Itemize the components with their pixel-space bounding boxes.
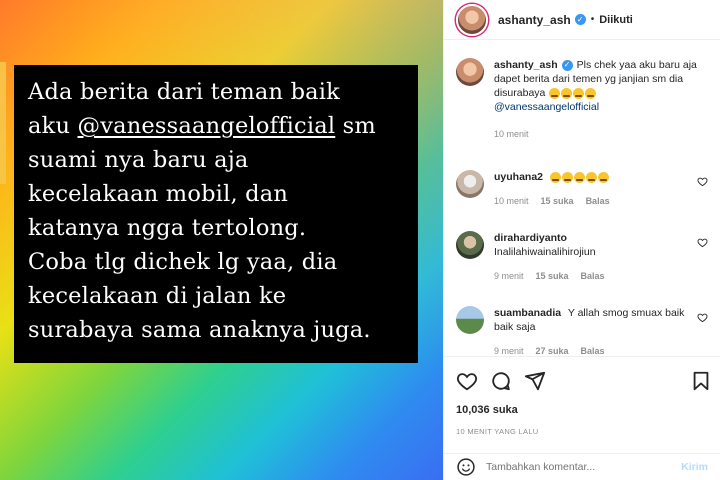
comment-likes[interactable]: 15 suka <box>541 194 574 208</box>
caption-time[interactable]: 10 menit <box>494 127 714 141</box>
story-mention: @vanessaangelofficial <box>77 113 336 139</box>
comment-username[interactable]: dirahardiyanto <box>494 232 567 244</box>
post-header: ashanty_ash ✓ • Diikuti <box>444 0 720 40</box>
comment-time[interactable]: 10 menit <box>494 194 529 208</box>
reply-button[interactable]: Balas <box>581 269 605 283</box>
crying-emoji-icon <box>572 87 584 99</box>
caption-username[interactable]: ashanty_ash <box>494 59 558 71</box>
comment-item: dirahardiyanto Inalilahiwainalihirojiun … <box>456 231 716 283</box>
post-comment-button[interactable]: Kirim <box>681 461 708 473</box>
story-line: Ada berita dari teman baik <box>28 79 341 105</box>
comment-avatar[interactable] <box>456 170 484 198</box>
separator-dot: • <box>590 14 595 25</box>
verified-icon: ✓ <box>561 59 573 71</box>
share-icon[interactable] <box>524 370 546 392</box>
comment-heart-icon[interactable] <box>697 237 708 248</box>
comment-text: Inalilahiwainalihirojiun <box>494 246 596 258</box>
likes-count[interactable]: 10,036 suka <box>456 404 518 416</box>
reply-button[interactable]: Balas <box>586 194 610 208</box>
comment-item: suambanadia Y allah smog smuax baik baik… <box>456 306 716 356</box>
story-text-box: Ada berita dari teman baik aku @vanessaa… <box>14 65 418 363</box>
story-line: suami nya baru aja <box>28 147 249 173</box>
verified-icon: ✓ <box>574 14 586 25</box>
posted-time[interactable]: 10 MENIT YANG LALU <box>456 427 539 436</box>
crying-emoji-icon <box>560 87 572 99</box>
comment-icon[interactable] <box>490 370 512 392</box>
crying-emoji-icon <box>548 87 560 99</box>
comment-time[interactable]: 9 menit <box>494 344 524 356</box>
story-line: kecelakaan di jalan ke <box>28 283 287 309</box>
story-edge-marker <box>0 62 6 184</box>
action-bar <box>456 370 712 392</box>
follow-status-button[interactable]: Diikuti <box>599 14 633 26</box>
comment-avatar[interactable] <box>456 306 484 334</box>
sad-emoji-icon <box>586 171 598 183</box>
sad-emoji-group <box>550 171 610 183</box>
story-line: katanya ngga tertolong. <box>28 215 307 241</box>
comment-item: uyuhana2 10 menit 15 suka Balas <box>456 170 716 208</box>
sad-emoji-icon <box>598 171 610 183</box>
heart-icon[interactable] <box>456 370 478 392</box>
caption: ashanty_ash ✓ Pls chek yaa aku baru aja da… <box>456 58 716 141</box>
story-text: Ada berita dari teman baik aku @vanessaa… <box>28 75 404 347</box>
sad-emoji-icon <box>562 171 574 183</box>
comment-likes[interactable]: 15 suka <box>536 269 569 283</box>
author-avatar[interactable] <box>456 3 488 36</box>
caption-avatar[interactable] <box>456 58 484 86</box>
comment-likes[interactable]: 27 suka <box>536 344 569 356</box>
sad-emoji-icon <box>550 171 562 183</box>
divider <box>444 356 720 357</box>
crying-emoji-group <box>548 87 596 99</box>
post-side-panel: ashanty_ash ✓ • Diikuti ashanty_ash ✓ Pls … <box>443 0 720 480</box>
bookmark-icon[interactable] <box>690 370 712 392</box>
add-comment-bar: Kirim <box>444 453 720 480</box>
comment-avatar[interactable] <box>456 231 484 259</box>
comment-heart-icon[interactable] <box>697 312 708 323</box>
story-line: aku @vanessaangelofficial sm <box>28 113 376 139</box>
emoji-icon[interactable] <box>456 457 476 477</box>
caption-mention-link[interactable]: @vanessaangelofficial <box>494 101 599 113</box>
story-line: Coba tlg dichek lg yaa, dia <box>28 249 338 275</box>
sad-emoji-icon <box>574 171 586 183</box>
story-line: surabaya sama anaknya juga. <box>28 317 371 343</box>
comment-username[interactable]: uyuhana2 <box>494 171 543 183</box>
comment-heart-icon[interactable] <box>697 176 708 187</box>
crying-emoji-icon <box>584 87 596 99</box>
header-username[interactable]: ashanty_ash <box>498 13 571 27</box>
comment-time[interactable]: 9 menit <box>494 269 524 283</box>
post-image[interactable]: Ada berita dari teman baik aku @vanessaa… <box>0 0 443 480</box>
story-line: kecelakaan mobil, dan <box>28 181 289 207</box>
reply-button[interactable]: Balas <box>581 344 605 356</box>
comment-username[interactable]: suambanadia <box>494 307 561 319</box>
add-comment-input[interactable] <box>486 461 656 473</box>
